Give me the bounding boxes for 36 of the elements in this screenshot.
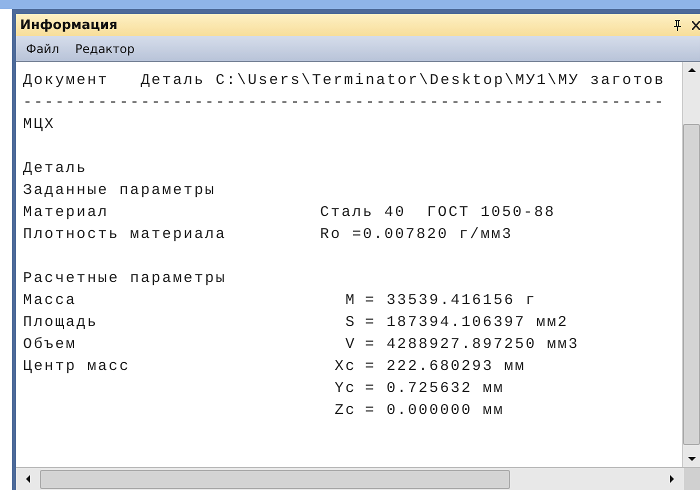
symbol: M bbox=[345, 292, 356, 309]
scrollbar-thumb[interactable] bbox=[683, 124, 700, 445]
menu-item[interactable]: Файл bbox=[26, 42, 60, 56]
horizontal-scrollbar[interactable] bbox=[16, 467, 700, 490]
symbol: V bbox=[345, 336, 356, 353]
symbol: S bbox=[345, 314, 356, 331]
text-line: Деталь bbox=[23, 160, 88, 177]
parameter-value: Ro =0.007820 г/мм3 bbox=[320, 225, 513, 245]
close-icon[interactable] bbox=[692, 20, 700, 30]
symbol: Xc bbox=[334, 358, 356, 375]
parameter-value: = 33539.416156 г bbox=[365, 291, 536, 311]
text-line: МЦХ bbox=[23, 116, 56, 133]
parameter-label: Масса bbox=[23, 292, 77, 309]
parameter-label: Объем bbox=[23, 336, 77, 353]
document-path: Документ Деталь C:\Users\Terminator\Desktop\МУ1\МУ заготов bbox=[23, 72, 666, 89]
text-line: Заданные параметры bbox=[23, 182, 216, 199]
parameter-value: = 187394.106397 мм2 bbox=[365, 313, 568, 333]
parameter-value: = 0.000000 мм bbox=[365, 401, 504, 421]
vertical-scrollbar[interactable] bbox=[682, 62, 700, 467]
scrollbar-corner bbox=[684, 468, 700, 490]
separator-line: ------------------------------------------------------------ bbox=[23, 94, 666, 111]
symbol: Yc bbox=[334, 380, 356, 397]
parameter-value: = 4288927.897250 мм3 bbox=[365, 335, 580, 355]
parameter-value: Сталь 40 ГОСТ 1050-88 bbox=[320, 203, 556, 223]
parameter-label: Площадь bbox=[23, 314, 98, 331]
parameter-label: Плотность материала bbox=[23, 226, 226, 243]
menu-item[interactable]: Редактор bbox=[75, 42, 135, 56]
scrollbar-thumb[interactable] bbox=[40, 470, 510, 488]
window-title: Информация bbox=[20, 18, 118, 32]
parameter-label: Центр масс bbox=[23, 358, 130, 375]
parameter-label: Материал bbox=[23, 204, 109, 221]
symbol: Zc bbox=[334, 402, 356, 419]
parameter-value: = 222.680293 мм bbox=[365, 357, 526, 377]
text-line: Расчетные параметры bbox=[23, 270, 226, 287]
pin-icon[interactable] bbox=[673, 20, 682, 30]
parameter-value: = 0.725632 мм bbox=[365, 379, 504, 399]
